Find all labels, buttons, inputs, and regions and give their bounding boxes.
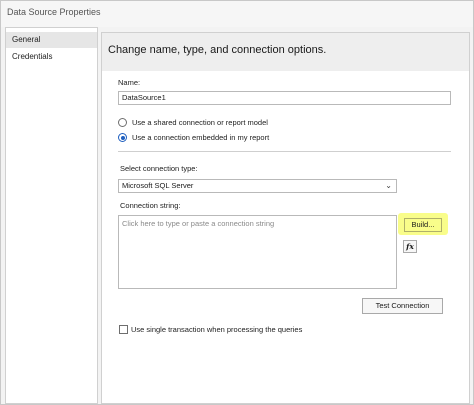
nav-item-general[interactable]: General <box>6 32 97 48</box>
connection-type-select[interactable]: Microsoft SQL Server ⌄ <box>118 179 397 193</box>
chevron-down-icon: ⌄ <box>385 181 392 190</box>
name-label: Name: <box>118 78 141 87</box>
window-title: Data Source Properties <box>7 7 101 17</box>
separator <box>118 151 451 152</box>
connection-type-label: Select connection type: <box>120 164 198 173</box>
connection-string-placeholder: Click here to type or paste a connection… <box>122 219 275 228</box>
heading-bar: Change name, type, and connection option… <box>102 33 469 71</box>
connection-type-value: Microsoft SQL Server <box>122 181 194 190</box>
nav-item-credentials[interactable]: Credentials <box>6 49 97 65</box>
radio-embedded-label: Use a connection embedded in my report <box>132 133 270 142</box>
radio-shared-connection[interactable] <box>118 118 127 127</box>
radio-shared-label: Use a shared connection or report model <box>132 118 268 127</box>
single-transaction-checkbox[interactable] <box>119 325 128 334</box>
general-panel: Change name, type, and connection option… <box>101 32 470 404</box>
connection-string-input[interactable]: Click here to type or paste a connection… <box>118 215 397 289</box>
panel-heading: Change name, type, and connection option… <box>108 44 327 56</box>
single-transaction-label: Use single transaction when processing t… <box>131 325 303 334</box>
expression-fx-button[interactable]: fx <box>403 240 417 253</box>
test-connection-button[interactable]: Test Connection <box>362 298 443 314</box>
name-input[interactable]: DataSource1 <box>118 91 451 105</box>
dialog-window: Data Source Properties General Credentia… <box>0 0 474 405</box>
connection-string-label: Connection string: <box>120 201 181 210</box>
build-button[interactable]: Build... <box>404 218 442 232</box>
title-bar: Data Source Properties <box>1 1 473 27</box>
radio-embedded-connection[interactable] <box>118 133 127 142</box>
left-navigation: General Credentials <box>5 27 98 404</box>
